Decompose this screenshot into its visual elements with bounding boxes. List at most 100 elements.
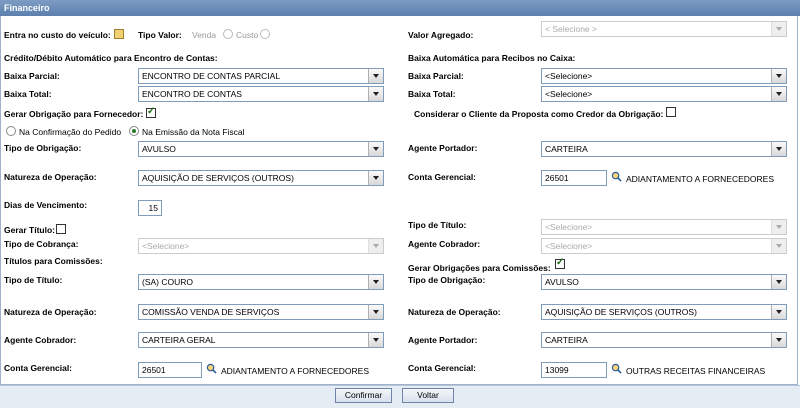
considerar-cliente-checkbox[interactable]: [666, 107, 676, 117]
dias-vencimento-input[interactable]: 15: [138, 200, 162, 216]
right-tipo-titulo-select[interactable]: <Selecione>: [541, 219, 787, 235]
tipo-cobranca-label: Tipo de Cobrança:: [4, 239, 79, 249]
dias-vencimento-label: Dias de Vencimento:: [4, 200, 88, 210]
search-icon[interactable]: [611, 363, 622, 374]
recibo-baixa-parcial-label: Baixa Parcial:: [408, 71, 464, 81]
right-conta-gerencial-2-input[interactable]: 13099: [541, 362, 607, 378]
right-tipo-titulo-value: <Selecione>: [545, 222, 593, 232]
credito-debito-label: Crédito/Débito Automático para Encontro …: [4, 53, 218, 63]
recibo-baixa-total-select[interactable]: <Selecione>: [541, 86, 787, 102]
gerar-titulo-label: Gerar Título:: [4, 225, 56, 235]
confirm-button[interactable]: Confirmar: [335, 388, 392, 403]
chevron-down-icon: [771, 69, 786, 83]
right-tipo-obrigacao-label: Tipo de Obrigação:: [408, 275, 486, 285]
natureza-operacao-label: Natureza de Operação:: [4, 172, 97, 182]
chevron-down-icon: [771, 220, 786, 234]
tipo-cobranca-value: <Selecione>: [142, 241, 190, 251]
chevron-down-icon: [368, 142, 383, 156]
emissao-nota-label: Na Emissão da Nota Fiscal: [142, 127, 245, 137]
right-agente-cobrador-value: <Selecione>: [545, 241, 593, 251]
conta-gerencial-input[interactable]: 26501: [138, 362, 202, 378]
agente-cobrador-value: CARTEIRA GERAL: [142, 335, 216, 345]
natureza-operacao-2-select[interactable]: COMISSÃO VENDA DE SERVIÇOS: [138, 304, 384, 320]
search-icon[interactable]: [206, 363, 217, 374]
chevron-down-icon: [771, 87, 786, 101]
chevron-down-icon: [771, 333, 786, 347]
valor-agregado-label: Valor Agregado:: [408, 30, 474, 40]
right-tipo-obrigacao-select[interactable]: AVULSO: [541, 274, 787, 290]
right-tipo-obrigacao-value: AVULSO: [545, 277, 579, 287]
recibo-baixa-parcial-select[interactable]: <Selecione>: [541, 68, 787, 84]
gerar-titulo-checkbox[interactable]: [56, 224, 66, 234]
chevron-down-icon: [771, 305, 786, 319]
natureza-operacao-select[interactable]: AQUISIÇÃO DE SERVIÇOS (OUTROS): [138, 170, 384, 186]
right-conta-gerencial-desc: ADIANTAMENTO A FORNECEDORES: [626, 174, 774, 184]
baixa-parcial-select[interactable]: ENCONTRO DE CONTAS PARCIAL: [138, 68, 384, 84]
chevron-down-icon: [368, 305, 383, 319]
tipo-valor-custo-label: Custo: [236, 30, 259, 40]
chevron-down-icon: [368, 171, 383, 185]
right-natureza-select[interactable]: AQUISIÇÃO DE SERVIÇOS (OUTROS): [541, 304, 787, 320]
valor-agregado-select[interactable]: < Selecione >: [541, 21, 787, 37]
chevron-down-icon: [771, 275, 786, 289]
tipo-valor-label: Tipo Valor:: [138, 30, 182, 40]
conta-gerencial-desc: ADIANTAMENTO A FORNECEDORES: [221, 366, 369, 376]
agente-portador-select[interactable]: CARTEIRA: [541, 141, 787, 157]
chevron-down-icon: [368, 333, 383, 347]
entra-custo-label: Entra no custo do veículo:: [4, 30, 111, 40]
tipo-valor-venda-radio[interactable]: [223, 29, 233, 39]
tipo-valor-custo-radio[interactable]: [260, 29, 270, 39]
search-icon[interactable]: [611, 171, 622, 182]
chevron-down-icon: [771, 22, 786, 36]
baixa-total-label: Baixa Total:: [4, 89, 52, 99]
right-conta-gerencial-label: Conta Gerencial:: [408, 172, 477, 182]
right-agente-portador-select[interactable]: CARTEIRA: [541, 332, 787, 348]
baixa-auto-label: Baixa Automática para Recibos no Caixa:: [408, 53, 576, 63]
conta-gerencial-label: Conta Gerencial:: [4, 363, 73, 373]
natureza-operacao-2-label: Natureza de Operação:: [4, 307, 97, 317]
tipo-obrigacao-value: AVULSO: [142, 144, 176, 154]
gerar-obrigacao-checkbox[interactable]: [146, 106, 156, 118]
right-agente-portador-label: Agente Portador:: [408, 335, 478, 345]
gerar-obrig-comissoes-label: Gerar Obrigações para Comissões:: [408, 263, 551, 273]
gerar-obrigacao-label: Gerar Obrigação para Fornecedor:: [4, 109, 144, 119]
chevron-down-icon: [368, 239, 383, 253]
confirmacao-pedido-radio[interactable]: [6, 126, 16, 136]
baixa-parcial-value: ENCONTRO DE CONTAS PARCIAL: [142, 71, 281, 81]
right-conta-gerencial-2-label: Conta Gerencial:: [408, 363, 477, 373]
chevron-down-icon: [368, 69, 383, 83]
tipo-cobranca-select[interactable]: <Selecione>: [138, 238, 384, 254]
entra-custo-checkbox[interactable]: [114, 29, 124, 39]
agente-cobrador-select[interactable]: CARTEIRA GERAL: [138, 332, 384, 348]
chevron-down-icon: [368, 87, 383, 101]
baixa-total-value: ENCONTRO DE CONTAS: [142, 89, 242, 99]
titulos-comissoes-label: Títulos para Comissões:: [4, 256, 103, 266]
chevron-down-icon: [771, 142, 786, 156]
baixa-total-select[interactable]: ENCONTRO DE CONTAS: [138, 86, 384, 102]
baixa-parcial-label: Baixa Parcial:: [4, 71, 60, 81]
footer-bar: [0, 385, 800, 408]
right-agente-cobrador-label: Agente Cobrador:: [408, 239, 481, 249]
natureza-operacao-2-value: COMISSÃO VENDA DE SERVIÇOS: [142, 307, 280, 317]
right-natureza-value: AQUISIÇÃO DE SERVIÇOS (OUTROS): [545, 307, 697, 317]
tipo-titulo-label: Tipo de Título:: [4, 275, 63, 285]
tipo-valor-venda-label: Venda: [192, 30, 217, 40]
chevron-down-icon: [368, 275, 383, 289]
chevron-down-icon: [771, 239, 786, 253]
tipo-titulo-select[interactable]: (SA) COURO: [138, 274, 384, 290]
right-agente-cobrador-select[interactable]: <Selecione>: [541, 238, 787, 254]
gerar-obrig-comissoes-checkbox[interactable]: [555, 257, 565, 269]
right-conta-gerencial-2-desc: OUTRAS RECEITAS FINANCEIRAS: [626, 366, 766, 376]
emissao-nota-radio[interactable]: [129, 126, 139, 136]
natureza-operacao-value: AQUISIÇÃO DE SERVIÇOS (OUTROS): [142, 173, 294, 183]
right-agente-portador-value: CARTEIRA: [545, 335, 588, 345]
right-conta-gerencial-input[interactable]: 26501: [541, 170, 607, 186]
right-natureza-label: Natureza de Operação:: [408, 307, 501, 317]
tipo-obrigacao-select[interactable]: AVULSO: [138, 141, 384, 157]
recibo-baixa-parcial-value: <Selecione>: [545, 71, 593, 81]
tipo-obrigacao-label: Tipo de Obrigação:: [4, 143, 82, 153]
agente-cobrador-label: Agente Cobrador:: [4, 335, 77, 345]
recibo-baixa-total-value: <Selecione>: [545, 89, 593, 99]
back-button[interactable]: Voltar: [402, 388, 454, 403]
right-tipo-titulo-label: Tipo de Título:: [408, 220, 467, 230]
